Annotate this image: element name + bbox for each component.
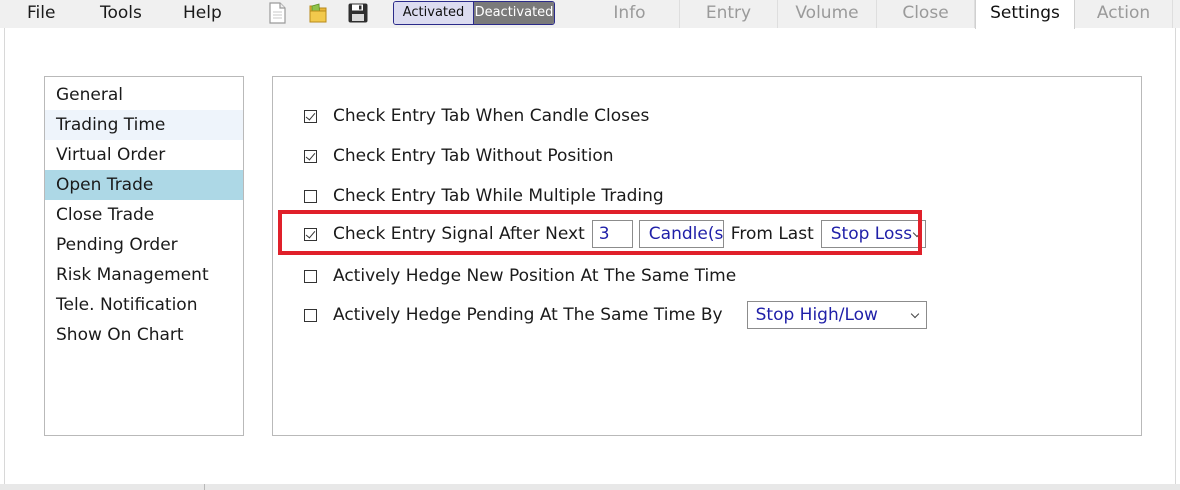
open-trade-settings-panel: Check Entry Tab When Candle Closes Check… bbox=[272, 76, 1142, 436]
setting-row-hedge-new-position: Actively Hedge New Position At The Same … bbox=[273, 261, 736, 291]
top-bar: File Tools Help Activated Deactivated In bbox=[0, 0, 1180, 29]
toggle-deactivated[interactable]: Deactivated bbox=[474, 2, 554, 24]
bottom-status-strip bbox=[0, 484, 1180, 490]
new-document-icon[interactable] bbox=[266, 2, 288, 24]
reference-select[interactable]: Stop Loss bbox=[820, 220, 926, 248]
reference-select-value: Stop Loss bbox=[830, 224, 913, 244]
label-hedge-new-position: Actively Hedge New Position At The Same … bbox=[333, 266, 737, 286]
menu-file[interactable]: File bbox=[27, 3, 55, 23]
sidebar-item-risk-management[interactable]: Risk Management bbox=[45, 260, 243, 290]
tab-settings[interactable]: Settings bbox=[975, 0, 1075, 29]
menu-help[interactable]: Help bbox=[183, 3, 222, 23]
candle-unit-field[interactable]: Candle(s bbox=[638, 220, 724, 248]
tab-info[interactable]: Info bbox=[580, 0, 680, 28]
checkbox-entry-signal[interactable] bbox=[304, 227, 317, 241]
sidebar-item-close-trade[interactable]: Close Trade bbox=[45, 200, 243, 230]
chevron-down-icon bbox=[912, 228, 921, 238]
label-entry-signal: Check Entry Signal After Next bbox=[333, 224, 585, 244]
bottom-divider bbox=[204, 484, 205, 490]
sidebar-item-open-trade[interactable]: Open Trade bbox=[45, 170, 243, 200]
settings-category-list[interactable]: General Trading Time Virtual Order Open … bbox=[44, 76, 244, 436]
label-candle-closes: Check Entry Tab When Candle Closes bbox=[333, 106, 650, 126]
label-without-position: Check Entry Tab Without Position bbox=[333, 146, 614, 166]
sidebar-item-trading-time[interactable]: Trading Time bbox=[45, 110, 243, 140]
setting-row-hedge-pending: Actively Hedge Pending At The Same Time … bbox=[273, 300, 927, 330]
setting-row-without-position: Check Entry Tab Without Position bbox=[273, 141, 614, 171]
candle-count-input[interactable]: 3 bbox=[591, 220, 633, 248]
setting-row-multiple-trading: Check Entry Tab While Multiple Trading bbox=[273, 181, 664, 211]
label-from-last: From Last bbox=[730, 224, 814, 244]
tab-bar: Info Entry Volume Close Settings Action bbox=[580, 0, 1173, 29]
label-multiple-trading: Check Entry Tab While Multiple Trading bbox=[333, 186, 664, 206]
setting-row-candle-closes: Check Entry Tab When Candle Closes bbox=[273, 101, 649, 131]
sidebar-item-pending-order[interactable]: Pending Order bbox=[45, 230, 243, 260]
checkbox-hedge-new-position[interactable] bbox=[304, 269, 317, 283]
checkbox-multiple-trading[interactable] bbox=[304, 189, 317, 203]
checkbox-without-position[interactable] bbox=[304, 149, 317, 163]
sidebar-item-tele-notification[interactable]: Tele. Notification bbox=[45, 290, 243, 320]
setting-row-entry-signal: Check Entry Signal After Next 3 Candle(s… bbox=[273, 219, 926, 249]
activation-toggle[interactable]: Activated Deactivated bbox=[393, 1, 555, 25]
tab-volume[interactable]: Volume bbox=[778, 0, 877, 28]
sidebar-item-virtual-order[interactable]: Virtual Order bbox=[45, 140, 243, 170]
open-folder-icon[interactable] bbox=[307, 2, 329, 24]
menu-tools[interactable]: Tools bbox=[100, 3, 142, 23]
label-hedge-pending: Actively Hedge Pending At The Same Time … bbox=[333, 305, 723, 325]
checkbox-hedge-pending[interactable] bbox=[304, 308, 317, 322]
save-disk-icon[interactable] bbox=[347, 2, 369, 24]
hedge-pending-select[interactable]: Stop High/Low bbox=[746, 301, 927, 329]
sidebar-item-general[interactable]: General bbox=[45, 80, 243, 110]
toggle-activated[interactable]: Activated bbox=[394, 2, 474, 24]
sidebar-item-show-on-chart[interactable]: Show On Chart bbox=[45, 320, 243, 350]
chevron-down-icon bbox=[910, 309, 919, 319]
hedge-pending-select-value: Stop High/Low bbox=[755, 305, 878, 325]
tab-entry[interactable]: Entry bbox=[680, 0, 778, 28]
checkbox-candle-closes[interactable] bbox=[304, 109, 317, 123]
tab-close[interactable]: Close bbox=[877, 0, 975, 28]
tab-action[interactable]: Action bbox=[1075, 0, 1173, 28]
